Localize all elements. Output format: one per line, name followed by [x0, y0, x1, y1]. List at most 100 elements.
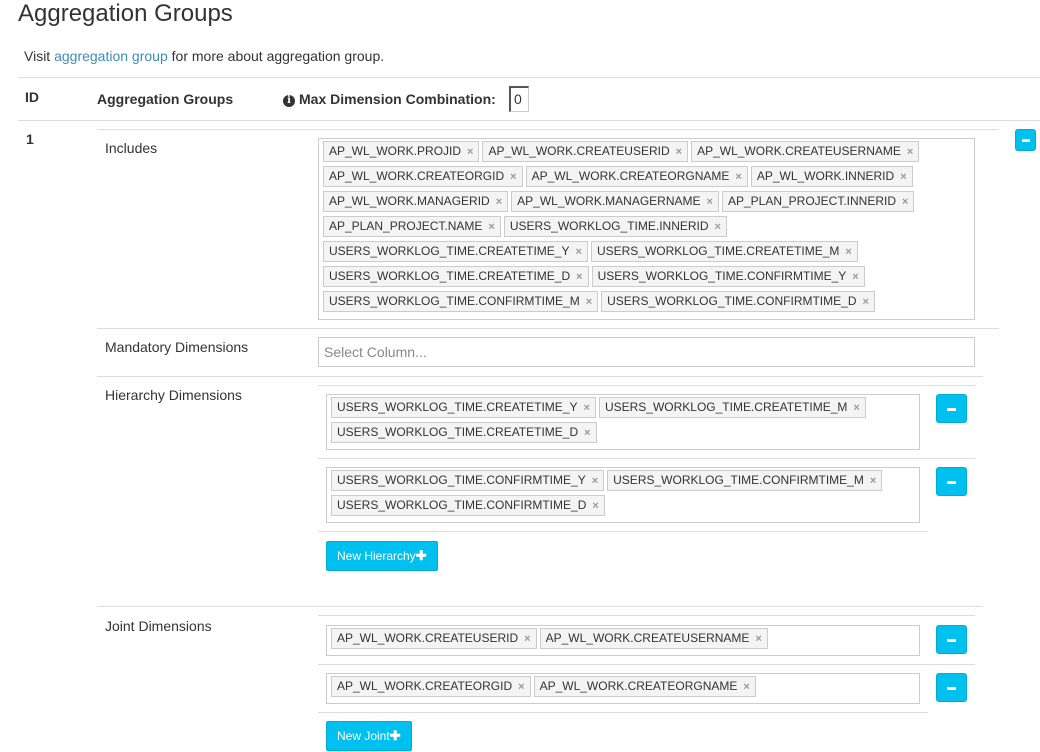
max-dimension-input[interactable]: 0 [509, 86, 529, 112]
tag-remove-icon[interactable]: × [592, 475, 598, 487]
tag-remove-icon[interactable]: × [707, 196, 713, 208]
intro-prefix: Visit [24, 48, 55, 64]
tag-remove-icon[interactable]: × [862, 296, 868, 308]
tag-label: USERS_WORKLOG_TIME.CREATETIME_D [337, 425, 579, 439]
tag-label: USERS_WORKLOG_TIME.CONFIRMTIME_D [337, 498, 587, 512]
joint-select-1[interactable]: AP_WL_WORK.CREATEUSERID × AP_WL_WORK.CREAT… [326, 625, 920, 656]
tag-label: AP_WL_WORK.CREATEUSERNAME [545, 631, 750, 645]
tag-remove-icon[interactable]: × [467, 146, 473, 158]
tag-label: AP_WL_WORK.PROJID [329, 144, 462, 158]
selected-tag: AP_WL_WORK.CREATEUSERNAME × [691, 141, 920, 162]
intro-text: Visit aggregation group for more about a… [24, 48, 384, 64]
selected-tag: USERS_WORKLOG_TIME.CONFIRMTIME_Y × [591, 266, 865, 287]
selected-tag: USERS_WORKLOG_TIME.CREATETIME_D × [331, 422, 597, 443]
tag-remove-icon[interactable]: × [907, 146, 913, 158]
tag-remove-icon[interactable]: × [845, 246, 851, 258]
new-hierarchy-label: New Hierarchy [337, 549, 416, 563]
tag-remove-icon[interactable]: × [755, 633, 761, 645]
selected-tag: AP_WL_WORK.INNERID × [750, 166, 913, 187]
tag-label: AP_PLAN_PROJECT.NAME [329, 219, 483, 233]
selected-tag: AP_WL_WORK.CREATEORGNAME × [525, 166, 748, 187]
selected-tag: USERS_WORKLOG_TIME.CONFIRMTIME_D × [331, 495, 605, 516]
selected-tag: USERS_WORKLOG_TIME.CONFIRMTIME_M × [607, 470, 883, 491]
selected-tag: USERS_WORKLOG_TIME.CONFIRMTIME_Y × [331, 470, 605, 491]
tag-label: USERS_WORKLOG_TIME.CREATETIME_Y [329, 244, 570, 258]
new-joint-label: New Joint [337, 729, 390, 743]
mandatory-select[interactable]: Select Column... [318, 337, 975, 367]
tag-label: USERS_WORKLOG_TIME.CREATETIME_D [329, 269, 571, 283]
tag-label: USERS_WORKLOG_TIME.INNERID [509, 219, 709, 233]
tag-label: USERS_WORKLOG_TIME.CONFIRMTIME_Y [337, 473, 586, 487]
tag-remove-icon[interactable]: × [586, 296, 592, 308]
selected-tag: AP_PLAN_PROJECT.INNERID × [721, 191, 915, 212]
tag-remove-icon[interactable]: × [870, 475, 876, 487]
tag-label: AP_WL_WORK.CREATEUSERID [337, 631, 519, 645]
column-header-id: ID [25, 89, 39, 105]
selected-tag: USERS_WORKLOG_TIME.CREATETIME_Y × [323, 241, 588, 262]
includes-select[interactable]: AP_WL_WORK.PROJID × AP_WL_WORK.CREATEUSERI… [318, 138, 975, 320]
tag-remove-icon[interactable]: × [743, 681, 749, 693]
info-circle-icon[interactable]: i [283, 95, 295, 107]
tag-remove-icon[interactable]: × [584, 402, 590, 414]
selected-tag: USERS_WORKLOG_TIME.CREATETIME_M × [590, 241, 858, 262]
remove-hierarchy-1-button[interactable] [936, 394, 967, 423]
tag-remove-icon[interactable]: × [510, 171, 516, 183]
joint-select-2[interactable]: AP_WL_WORK.CREATEORGID × AP_WL_WORK.CREATE… [326, 673, 920, 704]
selected-tag: USERS_WORKLOG_TIME.INNERID × [503, 216, 727, 237]
selected-tag: USERS_WORKLOG_TIME.CONFIRMTIME_M × [323, 291, 599, 312]
hierarchy-select-2[interactable]: USERS_WORKLOG_TIME.CONFIRMTIME_Y × USERS_W… [326, 467, 920, 523]
tag-label: AP_WL_WORK.INNERID [756, 169, 895, 183]
remove-group-button[interactable] [1015, 129, 1036, 151]
joint-label: Joint Dimensions [105, 618, 212, 634]
tag-label: USERS_WORKLOG_TIME.CREATETIME_Y [337, 400, 578, 414]
new-joint-button[interactable]: New Joint✚ [326, 721, 412, 751]
tag-label: USERS_WORKLOG_TIME.CREATETIME_M [596, 244, 840, 258]
selected-tag: USERS_WORKLOG_TIME.CREATETIME_D × [323, 266, 589, 287]
plus-icon: ✚ [415, 548, 427, 563]
aggregation-group-link[interactable]: aggregation group [54, 48, 168, 64]
remove-joint-2-button[interactable] [936, 673, 967, 702]
tag-label: AP_WL_WORK.CREATEUSERID [488, 144, 670, 158]
selected-tag: AP_WL_WORK.PROJID × [323, 141, 480, 162]
group-id: 1 [26, 131, 34, 147]
mandatory-placeholder: Select Column... [324, 344, 427, 360]
selected-tag: USERS_WORKLOG_TIME.CONFIRMTIME_D × [601, 291, 875, 312]
tag-label: USERS_WORKLOG_TIME.CONFIRMTIME_D [607, 294, 857, 308]
tag-remove-icon[interactable]: × [735, 171, 741, 183]
includes-label: Includes [105, 140, 158, 156]
tag-remove-icon[interactable]: × [576, 271, 582, 283]
tag-remove-icon[interactable]: × [902, 196, 908, 208]
new-hierarchy-button[interactable]: New Hierarchy✚ [326, 541, 438, 571]
tag-remove-icon[interactable]: × [576, 246, 582, 258]
tag-remove-icon[interactable]: × [715, 221, 721, 233]
selected-tag: AP_WL_WORK.CREATEORGID × [323, 166, 523, 187]
tag-remove-icon[interactable]: × [488, 221, 494, 233]
tag-label: AP_WL_WORK.CREATEUSERNAME [697, 144, 901, 158]
tag-remove-icon[interactable]: × [592, 500, 598, 512]
selected-tag: AP_WL_WORK.MANAGERNAME × [511, 191, 719, 212]
tag-label: AP_WL_WORK.CREATEORGID [337, 679, 513, 693]
tag-label: USERS_WORKLOG_TIME.CREATETIME_M [604, 400, 848, 414]
tag-remove-icon[interactable]: × [900, 171, 906, 183]
column-header-aggregation-groups: Aggregation Groups [97, 91, 234, 107]
tag-remove-icon[interactable]: × [518, 681, 524, 693]
tag-remove-icon[interactable]: × [496, 196, 502, 208]
hierarchy-select-1[interactable]: USERS_WORKLOG_TIME.CREATETIME_Y × USERS_WO… [326, 394, 920, 450]
tag-remove-icon[interactable]: × [852, 271, 858, 283]
tag-label: AP_WL_WORK.CREATEORGID [329, 169, 505, 183]
tag-label: USERS_WORKLOG_TIME.CONFIRMTIME_M [329, 294, 580, 308]
selected-tag: AP_WL_WORK.CREATEORGID × [331, 676, 531, 697]
tag-remove-icon[interactable]: × [853, 402, 859, 414]
tag-remove-icon[interactable]: × [524, 633, 530, 645]
remove-hierarchy-2-button[interactable] [936, 467, 967, 496]
remove-joint-1-button[interactable] [936, 625, 967, 654]
tag-remove-icon[interactable]: × [676, 146, 682, 158]
selected-tag: USERS_WORKLOG_TIME.CREATETIME_Y × [331, 397, 596, 418]
page-title: Aggregation Groups [18, 0, 233, 27]
max-dimension-label: Max Dimension Combination: [299, 91, 496, 107]
intro-suffix: for more about aggregation group. [167, 48, 385, 64]
hierarchy-label: Hierarchy Dimensions [105, 387, 242, 403]
tag-remove-icon[interactable]: × [584, 427, 590, 439]
selected-tag: USERS_WORKLOG_TIME.CREATETIME_M × [598, 397, 866, 418]
tag-label: AP_PLAN_PROJECT.INNERID [727, 194, 896, 208]
